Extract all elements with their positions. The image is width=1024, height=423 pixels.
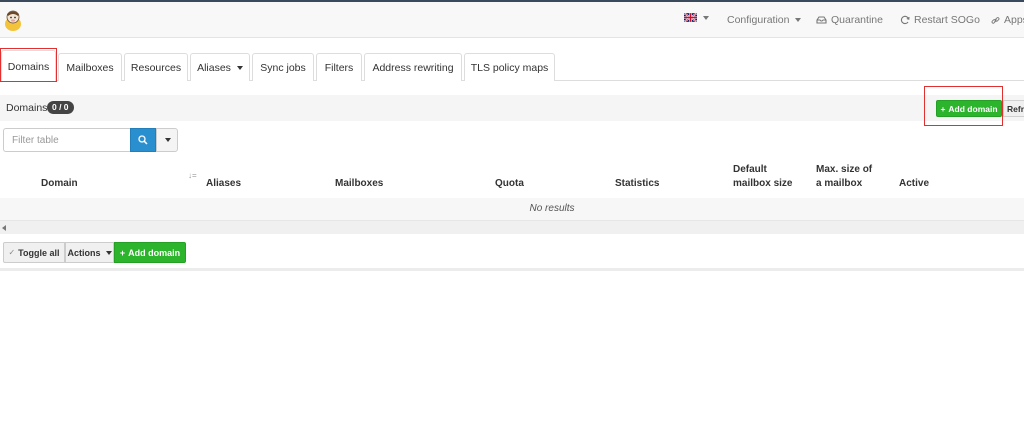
tab-aliases[interactable]: Aliases bbox=[190, 53, 250, 81]
admin-tab-bar: Domains Mailboxes Resources Aliases Sync… bbox=[0, 50, 1024, 82]
uk-flag-icon bbox=[684, 13, 697, 22]
domains-panel-header: Domains 0 / 0 bbox=[0, 95, 1024, 121]
tab-sync-jobs[interactable]: Sync jobs bbox=[252, 53, 314, 81]
refresh-icon bbox=[900, 15, 910, 25]
chevron-down-icon bbox=[703, 15, 709, 20]
add-domain-button-bottom[interactable]: + Add domain bbox=[114, 242, 186, 263]
horizontal-scrollbar[interactable] bbox=[0, 220, 1024, 234]
header-line: mailbox size bbox=[733, 178, 793, 189]
tab-label: Sync jobs bbox=[260, 61, 306, 74]
link-icon bbox=[991, 16, 1000, 24]
column-header-active[interactable]: Active bbox=[899, 177, 929, 191]
toggle-all-button[interactable]: ✓ Toggle all bbox=[3, 242, 65, 263]
search-icon bbox=[138, 135, 148, 145]
check-icon: ✓ bbox=[8, 248, 16, 257]
plus-icon: + bbox=[119, 247, 126, 258]
refresh-label: Refresh bbox=[1007, 103, 1024, 114]
tab-label: Address rewriting bbox=[372, 61, 454, 74]
tab-label: Mailboxes bbox=[66, 61, 114, 74]
column-header-domain[interactable]: Domain bbox=[41, 177, 78, 191]
column-header-max-mailbox-size[interactable]: Max. size of a mailbox bbox=[816, 163, 872, 191]
add-domain-button-top[interactable]: + Add domain bbox=[936, 100, 1002, 117]
sort-icon[interactable]: ↓= bbox=[188, 171, 197, 180]
column-header-statistics[interactable]: Statistics bbox=[615, 177, 659, 191]
configuration-menu[interactable]: Configuration bbox=[727, 14, 802, 26]
search-button[interactable] bbox=[130, 128, 156, 152]
column-header-quota[interactable]: Quota bbox=[495, 177, 524, 191]
column-header-mailboxes[interactable]: Mailboxes bbox=[335, 177, 383, 191]
top-navbar: Configuration Quarantine Restart SOGo Ap… bbox=[0, 2, 1024, 38]
actions-label: Actions bbox=[67, 247, 101, 258]
no-results-text: No results bbox=[529, 203, 575, 214]
restart-sogo-label: Restart SOGo bbox=[914, 14, 980, 26]
chevron-down-icon bbox=[795, 18, 802, 22]
header-line: Default bbox=[733, 164, 767, 175]
inbox-tray-icon bbox=[816, 16, 827, 24]
domain-count-badge: 0 / 0 bbox=[47, 101, 74, 114]
tab-tls-policy-maps[interactable]: TLS policy maps bbox=[464, 53, 555, 81]
tab-label: Aliases bbox=[197, 61, 231, 74]
tab-label: TLS policy maps bbox=[470, 61, 549, 74]
tab-domains[interactable]: Domains bbox=[1, 50, 56, 82]
tab-filters[interactable]: Filters bbox=[316, 53, 362, 81]
tab-resources[interactable]: Resources bbox=[124, 53, 188, 81]
panel-bottom-border bbox=[0, 268, 1024, 271]
filter-options-dropdown[interactable] bbox=[156, 128, 178, 152]
language-selector[interactable] bbox=[684, 13, 709, 22]
column-header-aliases[interactable]: Aliases bbox=[206, 177, 241, 191]
refresh-button[interactable]: Refresh bbox=[1003, 100, 1024, 117]
tab-label: Domains bbox=[7, 60, 50, 73]
tab-mailboxes[interactable]: Mailboxes bbox=[58, 53, 122, 81]
scroll-left-arrow-icon[interactable] bbox=[2, 225, 6, 231]
tab-label: Resources bbox=[130, 61, 182, 74]
apps-label: Apps bbox=[1004, 14, 1024, 26]
cow-mascot-icon[interactable] bbox=[3, 8, 23, 32]
quarantine-label: Quarantine bbox=[831, 14, 883, 26]
chevron-down-icon bbox=[165, 138, 171, 142]
add-domain-label: Add domain bbox=[948, 103, 998, 114]
tab-label: Filters bbox=[324, 61, 354, 74]
quarantine-link[interactable]: Quarantine bbox=[816, 14, 883, 26]
toggle-all-label: Toggle all bbox=[18, 247, 60, 258]
configuration-label: Configuration bbox=[727, 14, 790, 26]
actions-dropdown-button[interactable]: Actions bbox=[65, 242, 114, 263]
panel-title: Domains bbox=[6, 102, 48, 114]
header-line: a mailbox bbox=[816, 178, 863, 189]
add-domain-label: Add domain bbox=[128, 247, 181, 258]
apps-menu[interactable]: Apps bbox=[991, 14, 1024, 26]
column-header-default-mailbox-size[interactable]: Default mailbox size bbox=[733, 163, 792, 191]
filter-table-input[interactable] bbox=[3, 128, 130, 152]
chevron-down-icon bbox=[105, 250, 112, 255]
plus-icon: + bbox=[940, 103, 946, 114]
restart-sogo-link[interactable]: Restart SOGo bbox=[900, 14, 980, 26]
tab-address-rewriting[interactable]: Address rewriting bbox=[364, 53, 462, 81]
header-line: Max. size of bbox=[816, 164, 873, 175]
chevron-down-icon bbox=[236, 65, 243, 70]
